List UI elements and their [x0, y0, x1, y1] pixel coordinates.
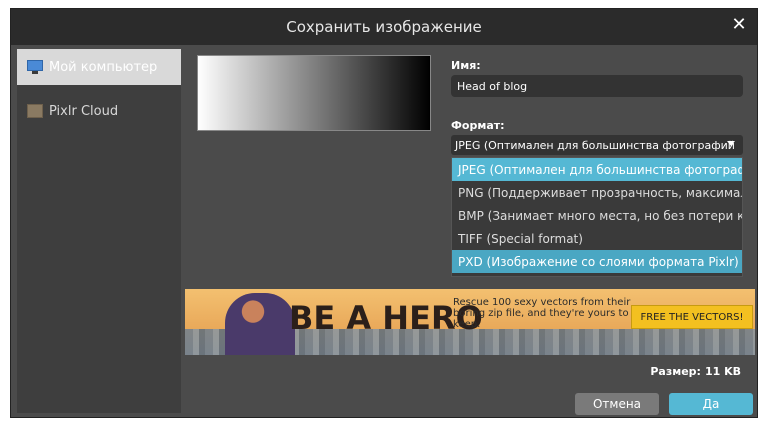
- file-size: Размер: 11 KB: [650, 365, 741, 378]
- save-location-sidebar: Мой компьютер Pixlr Cloud: [17, 49, 181, 413]
- free-vectors-button[interactable]: FREE THE VECTORS!: [631, 305, 753, 329]
- format-select[interactable]: JPEG (Оптимален для большинства фотограф…: [451, 135, 743, 155]
- dialog-title: Сохранить изображение: [286, 18, 482, 36]
- format-option-bmp[interactable]: BMP (Занимает много места, но без потери…: [452, 204, 742, 227]
- chevron-down-icon: [727, 141, 735, 146]
- filename-input[interactable]: Head of blog: [451, 75, 743, 97]
- name-label: Имя:: [451, 59, 481, 72]
- save-main-panel: Имя: Head of blog Формат: JPEG (Оптимале…: [185, 49, 755, 415]
- close-icon[interactable]: ✕: [729, 15, 749, 35]
- banner-text: Rescue 100 sexy vectors from their borin…: [453, 297, 631, 330]
- monitor-icon: [27, 60, 43, 74]
- format-dropdown-list: JPEG (Оптимален для большинства фотограф…: [451, 157, 743, 277]
- format-option-tiff[interactable]: TIFF (Special format): [452, 227, 742, 250]
- cancel-button[interactable]: Отмена: [575, 393, 659, 415]
- save-image-dialog: Сохранить изображение ✕ Мой компьютер Pi…: [10, 8, 758, 418]
- ad-banner[interactable]: BE A HERO Rescue 100 sexy vectors from t…: [185, 289, 755, 355]
- sidebar-item-label: Pixlr Cloud: [49, 103, 119, 119]
- image-preview: [197, 55, 431, 131]
- format-option-jpeg[interactable]: JPEG (Оптимален для большинства фотограф: [452, 158, 742, 181]
- file-size-label: Размер:: [650, 365, 701, 378]
- cloud-folder-icon: [27, 104, 43, 118]
- format-option-pxd[interactable]: PXD (Изображение со слоями формата Pixlr…: [452, 250, 742, 273]
- file-size-value: 11 KB: [704, 365, 741, 378]
- sidebar-item-pixlr-cloud[interactable]: Pixlr Cloud: [17, 93, 181, 129]
- format-label: Формат:: [451, 119, 505, 132]
- format-selected-value: JPEG (Оптимален для большинства фотограф…: [455, 138, 735, 152]
- sidebar-item-my-computer[interactable]: Мой компьютер: [17, 49, 181, 85]
- sidebar-item-label: Мой компьютер: [49, 59, 158, 75]
- hero-illustration: [225, 293, 295, 355]
- ok-button[interactable]: Да: [669, 393, 753, 415]
- dialog-titlebar: Сохранить изображение ✕: [11, 9, 757, 45]
- format-option-png[interactable]: PNG (Поддерживает прозрачность, максимал…: [452, 181, 742, 204]
